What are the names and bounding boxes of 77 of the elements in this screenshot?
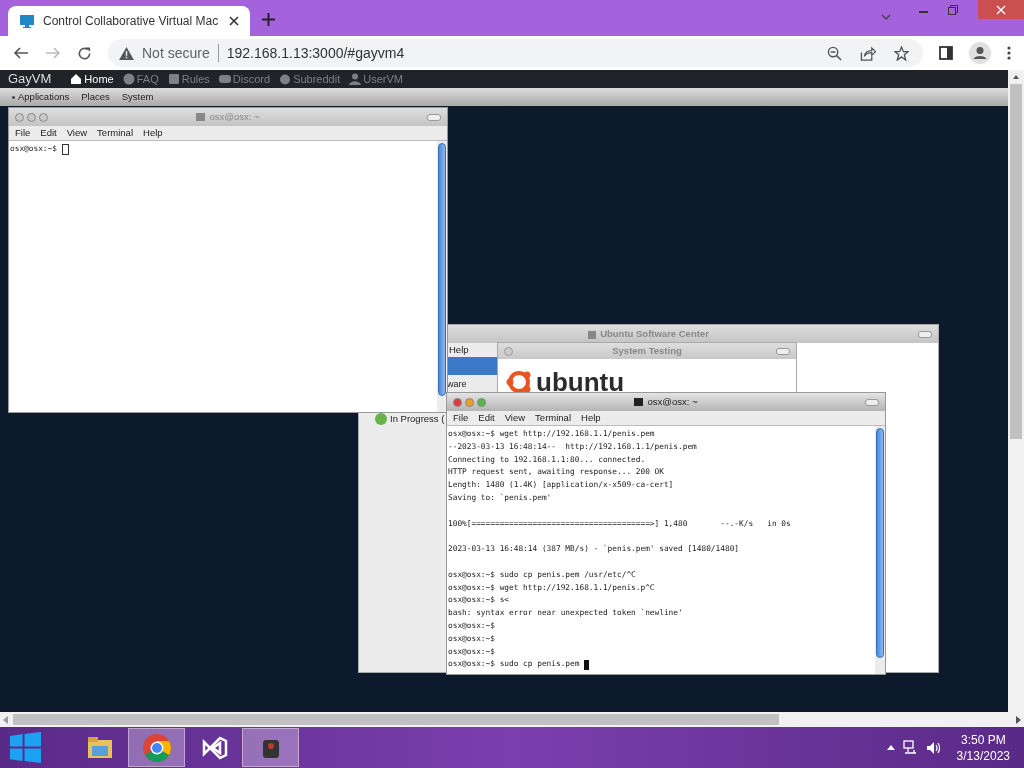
nav-link[interactable]: Subreddit [279, 70, 341, 88]
terminal-scrollbar[interactable] [875, 426, 885, 674]
progress-icon [375, 413, 387, 426]
security-label[interactable]: Not secure [142, 42, 210, 64]
menu-item[interactable]: View [504, 410, 526, 426]
home-icon [70, 73, 83, 85]
scroll-up-icon[interactable] [1012, 73, 1020, 81]
network-icon[interactable] [902, 740, 918, 755]
resize-button[interactable] [918, 330, 932, 338]
nav-link[interactable]: UserVM [349, 70, 403, 88]
zoom-out-icon[interactable] [827, 45, 842, 61]
window-title: osx@osx: ~ [209, 109, 260, 124]
nav-link[interactable]: Discord [218, 70, 271, 88]
menu-item[interactable]: View [66, 125, 88, 141]
clock-date: 3/13/2023 [956, 747, 1010, 764]
menu-icon[interactable] [1007, 46, 1011, 60]
logo-text: ubuntu [536, 369, 625, 395]
text-cursor [61, 143, 69, 155]
windows-start-icon[interactable] [10, 732, 41, 763]
menu-item[interactable]: Edit [40, 125, 57, 141]
menu-item[interactable]: File [453, 410, 469, 426]
reload-icon[interactable] [77, 45, 92, 61]
menu-item[interactable]: Help [143, 125, 163, 141]
resize-button[interactable] [427, 113, 441, 121]
terminal-icon [196, 113, 206, 121]
sidebar-item[interactable]: In Progress ( [390, 412, 445, 427]
resize-button[interactable] [776, 347, 790, 355]
browser-tab[interactable]: Control Collaborative Virtual Mac [8, 6, 250, 36]
nav-link[interactable]: Home [70, 70, 114, 88]
terminal-icon [634, 398, 644, 406]
new-tab-icon[interactable] [262, 13, 275, 26]
scroll-left-icon[interactable] [3, 715, 9, 724]
selected-item[interactable] [447, 357, 499, 375]
close-icon [996, 4, 1006, 15]
menu-item[interactable]: Edit [478, 410, 495, 426]
scroll-right-icon[interactable] [1015, 715, 1021, 724]
panel-menu[interactable]: Applications [18, 89, 70, 105]
menu-item[interactable]: Terminal [97, 125, 133, 141]
url-text[interactable]: 192.168.1.13:3000/#gayvm4 [226, 42, 819, 64]
vertical-scrollbar[interactable] [1008, 70, 1024, 712]
monitor-icon [19, 13, 35, 29]
resize-button[interactable] [865, 398, 879, 406]
menu-item[interactable]: Help [581, 410, 601, 426]
clock-time: 3:50 PM [960, 731, 1006, 748]
nav-link[interactable]: FAQ [122, 70, 159, 88]
window-title: osx@osx: ~ [647, 394, 698, 409]
clock[interactable]: 3:50 PM 3/13/2023 [956, 731, 1010, 764]
window-title: System Testing [612, 343, 682, 358]
nav-link[interactable]: Rules [167, 70, 210, 88]
menu-item[interactable]: File [15, 125, 31, 141]
text-cursor [584, 659, 590, 670]
profile-icon[interactable] [969, 42, 991, 64]
back-icon[interactable] [13, 45, 29, 61]
share-icon[interactable] [860, 45, 876, 61]
address-bar[interactable]: Not secure 192.168.1.13:3000/#gayvm4 [108, 39, 923, 67]
chrome-icon [140, 731, 173, 764]
menu-item[interactable]: Terminal [535, 410, 571, 426]
panel-menu[interactable]: Places [81, 89, 110, 105]
warning-icon [119, 46, 134, 60]
user-icon [349, 73, 362, 85]
side-panel-icon[interactable] [939, 46, 953, 60]
close-window-button[interactable] [978, 0, 1024, 19]
chevron-down-icon[interactable] [881, 13, 891, 21]
chevron-up-icon[interactable] [886, 745, 895, 750]
restore-icon[interactable] [948, 5, 958, 15]
terminal-scrollbar[interactable] [437, 141, 447, 412]
ubuntu-logo-icon [506, 369, 532, 395]
forward-icon[interactable] [45, 45, 61, 61]
close-icon[interactable] [229, 16, 239, 26]
site-brand[interactable]: GayVM [8, 69, 52, 89]
taskbar-button[interactable] [242, 728, 299, 767]
horizontal-scrollbar[interactable] [0, 712, 1024, 727]
star-icon[interactable] [894, 45, 909, 61]
window-title: Ubuntu Software Center [600, 326, 709, 341]
tab-title: Control Collaborative Virtual Mac [43, 13, 220, 30]
volume-icon[interactable] [925, 740, 941, 755]
panel-menu[interactable]: System [121, 89, 154, 105]
